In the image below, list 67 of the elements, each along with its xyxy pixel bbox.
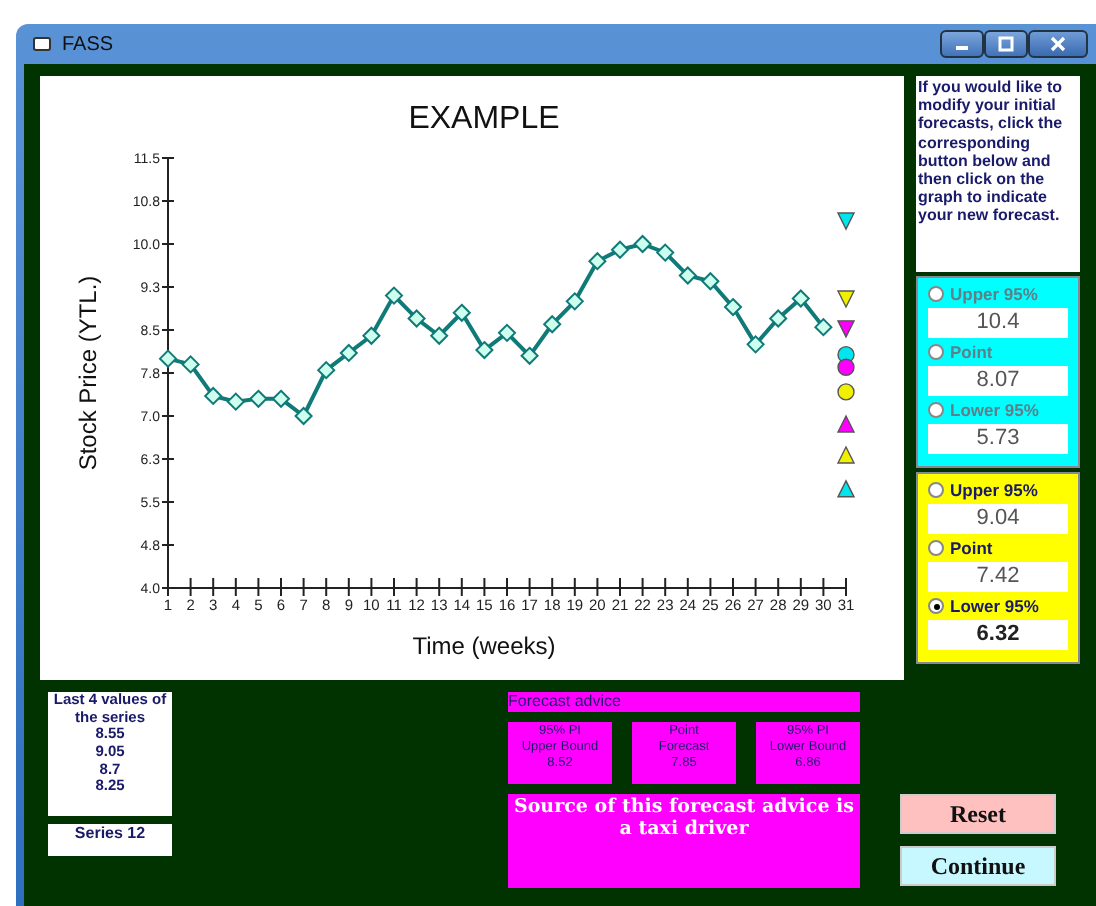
data-point (271, 389, 291, 409)
maximize-button[interactable] (984, 30, 1028, 58)
data-point (791, 289, 811, 308)
data-point (701, 271, 720, 291)
forecast-point (837, 345, 855, 364)
data-point (497, 323, 517, 343)
series-label: Series 12 (48, 824, 172, 856)
data-point (588, 251, 607, 271)
y-axis-label: Stock Price (YTL.) (74, 275, 102, 471)
forecast-value: 8.07 (928, 366, 1068, 396)
forecast-point (837, 358, 855, 376)
forecast-point (837, 383, 855, 401)
data-point (633, 234, 652, 254)
data-point (158, 349, 178, 369)
data-point (814, 317, 833, 337)
data-point (362, 326, 381, 346)
radio-button[interactable] (928, 540, 944, 556)
data-point (768, 309, 788, 328)
forecast-value: 6.32 (928, 620, 1068, 650)
advice-title: Forecast advice (508, 692, 860, 712)
data-point (678, 266, 698, 285)
data-point (203, 386, 223, 406)
data-point (542, 314, 562, 334)
forecast-point (836, 320, 856, 339)
reset-button[interactable]: Reset (900, 794, 1056, 834)
data-point (565, 291, 585, 311)
radio-label[interactable]: Point (950, 538, 993, 558)
radio-button[interactable] (928, 598, 944, 614)
forecast-value: 5.73 (928, 424, 1068, 454)
x-axis-label: Time (weeks) (412, 632, 556, 660)
forecast-value: 10.4 (928, 308, 1068, 338)
minimize-button[interactable] (940, 30, 984, 58)
data-point (384, 286, 404, 305)
data-point (723, 297, 743, 317)
data-point (249, 389, 268, 409)
data-point (655, 243, 675, 262)
data-point (407, 309, 426, 328)
window-title: FASS (62, 33, 114, 55)
radio-label[interactable]: Lower 95% (950, 596, 1039, 616)
forecast-point (836, 445, 856, 464)
forecast-point (836, 290, 856, 309)
app-icon (32, 34, 52, 54)
data-point (181, 355, 200, 374)
data-point (520, 346, 539, 366)
continue-button[interactable]: Continue (900, 846, 1056, 886)
close-button[interactable] (1028, 30, 1088, 58)
data-point (294, 406, 313, 426)
forecast-point (836, 414, 856, 433)
instructions-text: If you would like to modify your initial forecasts, click the corresponding button below and then click on the graph to indicate your new forecast. (916, 76, 1080, 272)
advice-source: Source of this forecast advice is a taxi driver (508, 794, 860, 888)
close-icon (1050, 36, 1066, 52)
forecast-value: 7.42 (928, 562, 1068, 592)
data-point (746, 334, 765, 354)
data-point (339, 343, 359, 363)
data-point (452, 303, 472, 323)
maximize-icon (998, 36, 1014, 52)
data-point (226, 392, 246, 412)
chart-title: EXAMPLE (408, 102, 560, 136)
forecast-point (836, 479, 856, 498)
forecast-value: 9.04 (928, 504, 1068, 534)
forecast-point (836, 212, 856, 231)
radio-label[interactable]: Upper 95% (950, 480, 1038, 500)
data-point (475, 340, 494, 360)
data-point (429, 326, 449, 346)
data-point (316, 360, 336, 380)
radio-button[interactable] (928, 482, 944, 498)
data-point (610, 240, 630, 260)
